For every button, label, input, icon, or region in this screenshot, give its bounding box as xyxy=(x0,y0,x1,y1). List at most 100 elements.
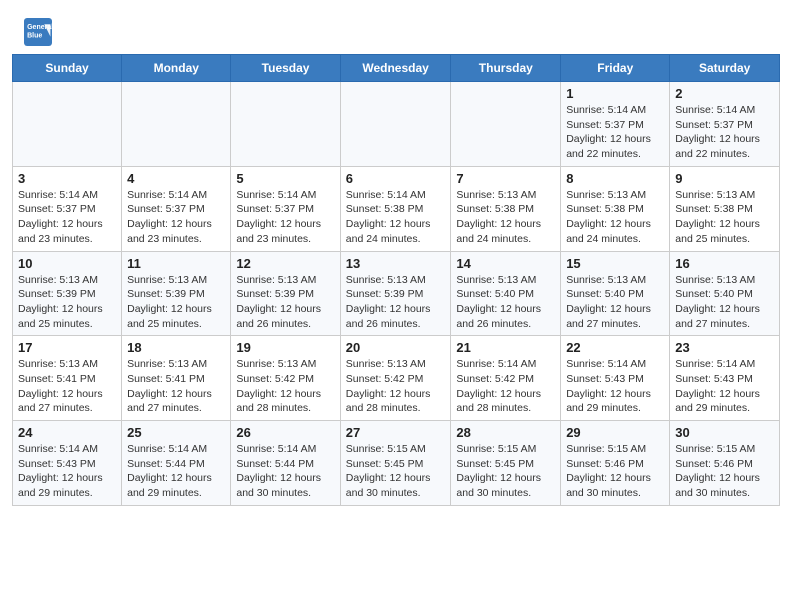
day-info: Sunrise: 5:14 AM Sunset: 5:43 PM Dayligh… xyxy=(675,357,774,416)
calendar-day-cell: 19 Sunrise: 5:13 AM Sunset: 5:42 PM Dayli… xyxy=(231,336,340,421)
day-number: 23 xyxy=(675,340,774,355)
day-number: 20 xyxy=(346,340,446,355)
day-info: Sunrise: 5:13 AM Sunset: 5:39 PM Dayligh… xyxy=(236,273,334,332)
day-number: 14 xyxy=(456,256,555,271)
calendar-day-cell xyxy=(122,82,231,167)
calendar-day-cell: 16 Sunrise: 5:13 AM Sunset: 5:40 PM Dayli… xyxy=(670,251,780,336)
day-info: Sunrise: 5:14 AM Sunset: 5:37 PM Dayligh… xyxy=(18,188,116,247)
day-info: Sunrise: 5:15 AM Sunset: 5:45 PM Dayligh… xyxy=(456,442,555,501)
day-info: Sunrise: 5:14 AM Sunset: 5:37 PM Dayligh… xyxy=(127,188,225,247)
day-number: 10 xyxy=(18,256,116,271)
calendar-day-cell: 13 Sunrise: 5:13 AM Sunset: 5:39 PM Dayli… xyxy=(340,251,451,336)
calendar-day-cell: 2Sunrise: 5:14 AM Sunset: 5:37 PM Daylig… xyxy=(670,82,780,167)
day-info: Sunrise: 5:13 AM Sunset: 5:41 PM Dayligh… xyxy=(18,357,116,416)
day-number: 17 xyxy=(18,340,116,355)
day-number: 22 xyxy=(566,340,664,355)
calendar-day-cell xyxy=(340,82,451,167)
calendar-wrapper: SundayMondayTuesdayWednesdayThursdayFrid… xyxy=(0,54,792,518)
day-info: Sunrise: 5:15 AM Sunset: 5:46 PM Dayligh… xyxy=(675,442,774,501)
calendar-day-cell: 27Sunrise: 5:15 AM Sunset: 5:45 PM Dayli… xyxy=(340,421,451,506)
calendar-week-row: 17 Sunrise: 5:13 AM Sunset: 5:41 PM Dayli… xyxy=(13,336,780,421)
day-info: Sunrise: 5:13 AM Sunset: 5:41 PM Dayligh… xyxy=(127,357,225,416)
calendar-day-cell xyxy=(231,82,340,167)
day-number: 25 xyxy=(127,425,225,440)
calendar-day-cell xyxy=(451,82,561,167)
calendar-day-cell: 23 Sunrise: 5:14 AM Sunset: 5:43 PM Dayli… xyxy=(670,336,780,421)
day-info: Sunrise: 5:14 AM Sunset: 5:37 PM Dayligh… xyxy=(566,103,664,162)
day-info: Sunrise: 5:14 AM Sunset: 5:44 PM Dayligh… xyxy=(127,442,225,501)
day-info: Sunrise: 5:13 AM Sunset: 5:39 PM Dayligh… xyxy=(18,273,116,332)
day-info: Sunrise: 5:14 AM Sunset: 5:43 PM Dayligh… xyxy=(566,357,664,416)
day-info: Sunrise: 5:15 AM Sunset: 5:46 PM Dayligh… xyxy=(566,442,664,501)
calendar-week-row: 3Sunrise: 5:14 AM Sunset: 5:37 PM Daylig… xyxy=(13,166,780,251)
day-info: Sunrise: 5:13 AM Sunset: 5:38 PM Dayligh… xyxy=(675,188,774,247)
day-number: 11 xyxy=(127,256,225,271)
calendar-day-cell: 14Sunrise: 5:13 AM Sunset: 5:40 PM Dayli… xyxy=(451,251,561,336)
calendar-week-row: 24Sunrise: 5:14 AM Sunset: 5:43 PM Dayli… xyxy=(13,421,780,506)
calendar-day-cell: 26Sunrise: 5:14 AM Sunset: 5:44 PM Dayli… xyxy=(231,421,340,506)
calendar-day-cell: 1 Sunrise: 5:14 AM Sunset: 5:37 PM Daylig… xyxy=(561,82,670,167)
weekday-header-sunday: Sunday xyxy=(13,55,122,82)
calendar-day-cell: 24Sunrise: 5:14 AM Sunset: 5:43 PM Dayli… xyxy=(13,421,122,506)
day-number: 9 xyxy=(675,171,774,186)
calendar-day-cell: 20 Sunrise: 5:13 AM Sunset: 5:42 PM Dayli… xyxy=(340,336,451,421)
calendar-day-cell: 30 Sunrise: 5:15 AM Sunset: 5:46 PM Dayli… xyxy=(670,421,780,506)
day-number: 6 xyxy=(346,171,446,186)
calendar-day-cell: 7Sunrise: 5:13 AM Sunset: 5:38 PM Daylig… xyxy=(451,166,561,251)
calendar-day-cell: 17 Sunrise: 5:13 AM Sunset: 5:41 PM Dayli… xyxy=(13,336,122,421)
calendar-day-cell: 6 Sunrise: 5:14 AM Sunset: 5:38 PM Daylig… xyxy=(340,166,451,251)
day-info: Sunrise: 5:14 AM Sunset: 5:37 PM Dayligh… xyxy=(675,103,774,162)
day-number: 1 xyxy=(566,86,664,101)
calendar-day-cell: 5 Sunrise: 5:14 AM Sunset: 5:37 PM Daylig… xyxy=(231,166,340,251)
calendar-day-cell: 28 Sunrise: 5:15 AM Sunset: 5:45 PM Dayli… xyxy=(451,421,561,506)
weekday-header-thursday: Thursday xyxy=(451,55,561,82)
day-number: 27 xyxy=(346,425,446,440)
day-info: Sunrise: 5:14 AM Sunset: 5:44 PM Dayligh… xyxy=(236,442,334,501)
calendar-week-row: 10 Sunrise: 5:13 AM Sunset: 5:39 PM Dayli… xyxy=(13,251,780,336)
calendar-day-cell: 29 Sunrise: 5:15 AM Sunset: 5:46 PM Dayli… xyxy=(561,421,670,506)
day-info: Sunrise: 5:13 AM Sunset: 5:42 PM Dayligh… xyxy=(346,357,446,416)
calendar-day-cell: 8 Sunrise: 5:13 AM Sunset: 5:38 PM Daylig… xyxy=(561,166,670,251)
day-number: 19 xyxy=(236,340,334,355)
calendar-day-cell: 12Sunrise: 5:13 AM Sunset: 5:39 PM Dayli… xyxy=(231,251,340,336)
day-info: Sunrise: 5:13 AM Sunset: 5:38 PM Dayligh… xyxy=(566,188,664,247)
weekday-header-monday: Monday xyxy=(122,55,231,82)
svg-text:Blue: Blue xyxy=(27,32,42,39)
weekday-header-wednesday: Wednesday xyxy=(340,55,451,82)
day-number: 28 xyxy=(456,425,555,440)
calendar-week-row: 1 Sunrise: 5:14 AM Sunset: 5:37 PM Daylig… xyxy=(13,82,780,167)
day-number: 30 xyxy=(675,425,774,440)
calendar-day-cell: 4 Sunrise: 5:14 AM Sunset: 5:37 PM Daylig… xyxy=(122,166,231,251)
day-number: 16 xyxy=(675,256,774,271)
logo: General Blue xyxy=(24,18,56,46)
day-number: 15 xyxy=(566,256,664,271)
weekday-header-friday: Friday xyxy=(561,55,670,82)
day-number: 5 xyxy=(236,171,334,186)
logo-icon: General Blue xyxy=(24,18,52,46)
calendar-day-cell: 9 Sunrise: 5:13 AM Sunset: 5:38 PM Daylig… xyxy=(670,166,780,251)
calendar-day-cell: 18 Sunrise: 5:13 AM Sunset: 5:41 PM Dayli… xyxy=(122,336,231,421)
calendar-day-cell: 10 Sunrise: 5:13 AM Sunset: 5:39 PM Dayli… xyxy=(13,251,122,336)
weekday-header-saturday: Saturday xyxy=(670,55,780,82)
day-number: 7 xyxy=(456,171,555,186)
day-number: 29 xyxy=(566,425,664,440)
day-number: 13 xyxy=(346,256,446,271)
day-info: Sunrise: 5:13 AM Sunset: 5:42 PM Dayligh… xyxy=(236,357,334,416)
calendar-day-cell: 25 Sunrise: 5:14 AM Sunset: 5:44 PM Dayli… xyxy=(122,421,231,506)
day-info: Sunrise: 5:13 AM Sunset: 5:39 PM Dayligh… xyxy=(346,273,446,332)
day-info: Sunrise: 5:13 AM Sunset: 5:40 PM Dayligh… xyxy=(675,273,774,332)
page-header: General Blue xyxy=(0,0,792,54)
calendar-day-cell: 11 Sunrise: 5:13 AM Sunset: 5:39 PM Dayli… xyxy=(122,251,231,336)
day-number: 18 xyxy=(127,340,225,355)
day-info: Sunrise: 5:13 AM Sunset: 5:40 PM Dayligh… xyxy=(566,273,664,332)
day-info: Sunrise: 5:14 AM Sunset: 5:38 PM Dayligh… xyxy=(346,188,446,247)
day-number: 8 xyxy=(566,171,664,186)
day-info: Sunrise: 5:14 AM Sunset: 5:42 PM Dayligh… xyxy=(456,357,555,416)
calendar-day-cell: 21 Sunrise: 5:14 AM Sunset: 5:42 PM Dayli… xyxy=(451,336,561,421)
day-number: 4 xyxy=(127,171,225,186)
day-number: 21 xyxy=(456,340,555,355)
day-info: Sunrise: 5:13 AM Sunset: 5:39 PM Dayligh… xyxy=(127,273,225,332)
day-info: Sunrise: 5:14 AM Sunset: 5:37 PM Dayligh… xyxy=(236,188,334,247)
calendar-day-cell xyxy=(13,82,122,167)
calendar-table: SundayMondayTuesdayWednesdayThursdayFrid… xyxy=(12,54,780,506)
